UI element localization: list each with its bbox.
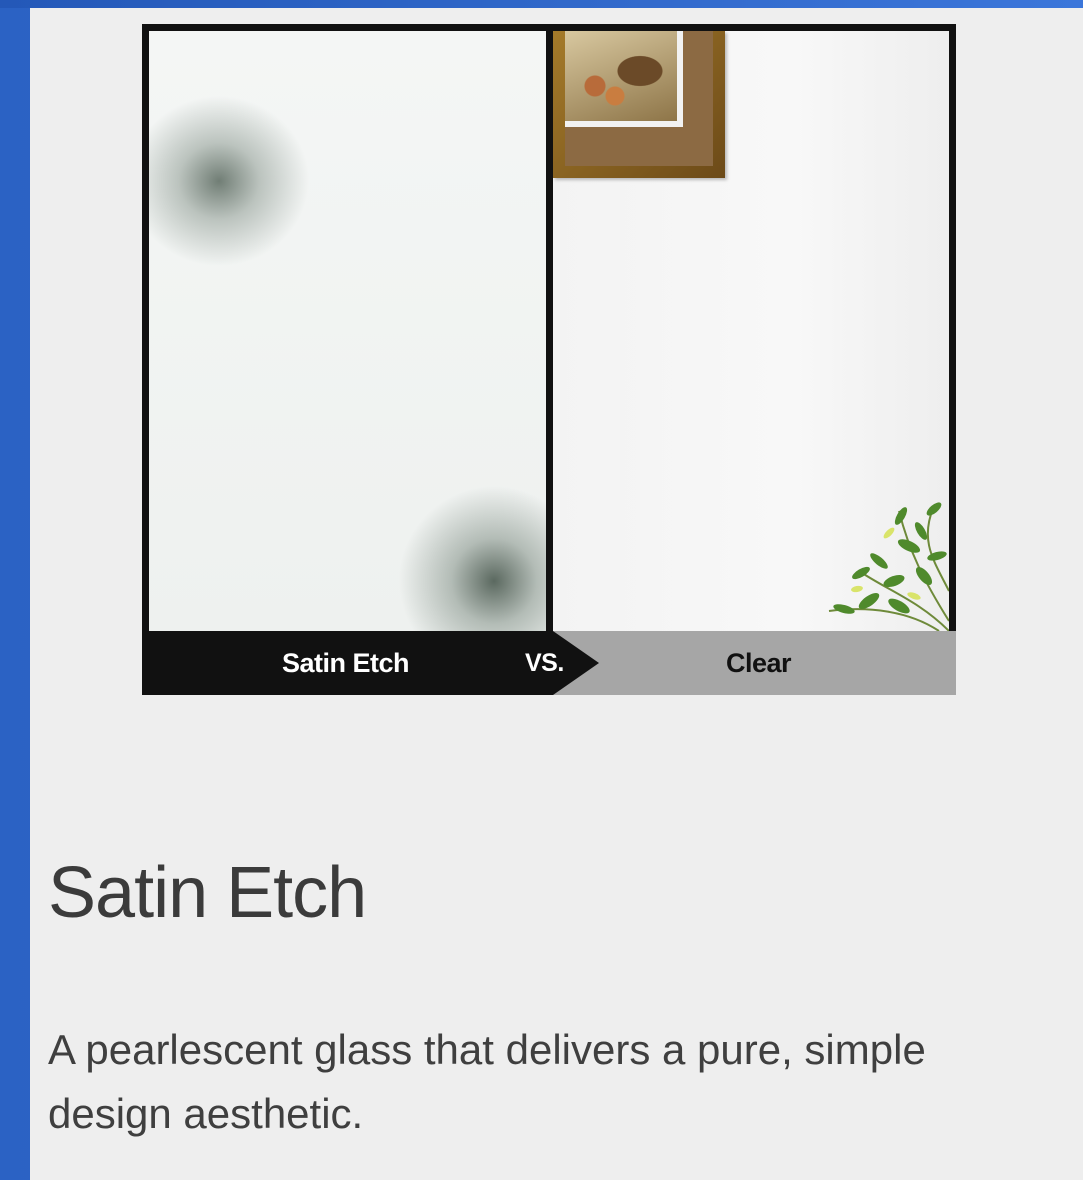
top-bar [0, 0, 1083, 8]
satin-etch-glass-sample [149, 31, 546, 631]
still-life-painting [565, 31, 683, 127]
clear-glass-sample [553, 31, 949, 631]
description-line-1: A pearlescent glass that delivers a pure… [48, 1026, 926, 1073]
picture-mat [565, 31, 713, 166]
product-title: Satin Etch [48, 853, 367, 933]
glass-comparison-image: Satin Etch VS. Clear [142, 24, 956, 695]
page: Satin Etch VS. Clear Satin Etch A pearle… [0, 0, 1083, 1180]
satin-etch-label: Satin Etch [282, 648, 410, 678]
clear-label: Clear [726, 648, 792, 678]
content-panel: Satin Etch VS. Clear Satin Etch A pearle… [30, 8, 1083, 1180]
product-description: A pearlescent glass that delivers a pure… [48, 1018, 1083, 1146]
vs-label: VS. [525, 649, 564, 677]
plant-icon [828, 502, 949, 631]
description-line-2: design aesthetic. [48, 1090, 364, 1137]
comparison-label-bar: Satin Etch VS. Clear [142, 631, 956, 695]
picture-frame-icon [553, 31, 725, 178]
